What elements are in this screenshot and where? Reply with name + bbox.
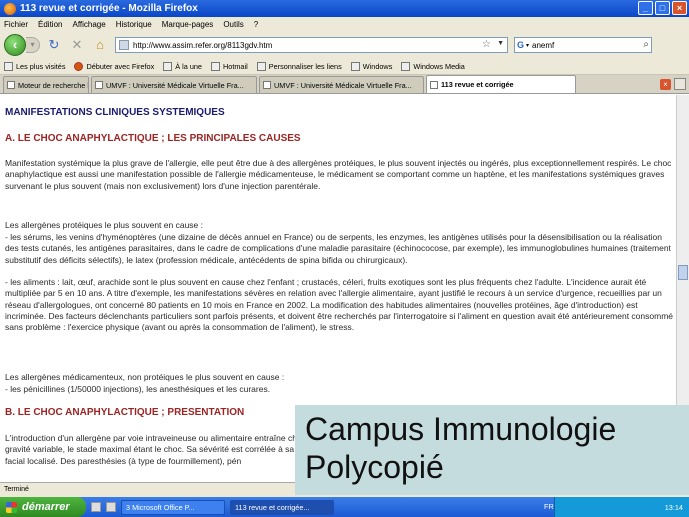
page-icon — [211, 61, 220, 71]
engine-dropdown-icon[interactable]: ▾ — [526, 42, 529, 49]
tab-label: UMVF : Université Médicale Virtuelle Fra… — [274, 80, 412, 90]
tab-list-button[interactable] — [674, 78, 686, 90]
tab-favicon-icon — [430, 80, 438, 89]
bookmark-label: Débuter avec Firefox — [86, 61, 155, 71]
rss-icon — [163, 61, 173, 71]
tab-lost[interactable]: Moteur de recherche lo.st : Infos, Phot.… — [3, 76, 89, 93]
language-indicator[interactable]: FR — [544, 502, 554, 511]
menu-historique[interactable]: Historique — [116, 20, 152, 29]
bookmark-label: Les plus visités — [16, 61, 66, 71]
tab-favicon-icon — [7, 81, 15, 89]
drug-allergens-intro: Les allergènes médicamenteux, non protéi… — [5, 372, 285, 382]
minimize-button[interactable]: _ — [638, 1, 653, 15]
tab-favicon-icon — [95, 81, 103, 89]
bookmark-windows-media[interactable]: Windows Media — [401, 61, 465, 71]
search-icon[interactable]: ⌕ — [643, 39, 649, 50]
campus-overlay-banner: Campus Immunologie Polycopié — [295, 405, 689, 495]
bookmark-label: Personnaliser les liens — [268, 61, 342, 71]
page-icon — [401, 61, 411, 71]
url-dropdown-icon[interactable]: ▼ — [497, 40, 504, 47]
tab-active[interactable]: 113 revue et corrigée — [426, 75, 576, 93]
drug-allergens-item: - les pénicillines (1/50000 injections),… — [5, 384, 271, 394]
protein-allergens-intro: Les allergènes protéiques le plus souven… — [5, 220, 203, 230]
start-label: démarrer — [22, 501, 70, 513]
tab-label: Moteur de recherche lo.st : Infos, Phot.… — [18, 80, 88, 90]
tab-bar: Moteur de recherche lo.st : Infos, Phot.… — [0, 75, 689, 94]
bookmark-getting-started[interactable]: Débuter avec Firefox — [74, 61, 155, 71]
section-b-title: B. LE CHOC ANAPHYLACTIQUE ; PRESENTATION — [5, 407, 245, 418]
bookmark-personnaliser[interactable]: Personnaliser les liens — [256, 61, 342, 71]
protein-allergens-item-2: - les aliments : lait, œuf, arachide son… — [5, 277, 673, 333]
bookmark-label: Hotmail — [223, 61, 248, 71]
quicklaunch-icon[interactable] — [106, 502, 116, 512]
menu-help[interactable]: ? — [254, 20, 258, 29]
title-bar: 113 revue et corrigée - Mozilla Firefox … — [0, 0, 689, 17]
overlay-line-1: Campus Immunologie — [305, 411, 617, 447]
reload-icon[interactable]: ↻ — [46, 37, 62, 53]
taskbar-firefox-item[interactable]: 113 revue et corrigée... — [230, 499, 334, 515]
windows-logo-icon — [6, 501, 17, 513]
bookmarks-toolbar: Les plus visités Débuter avec Firefox À … — [0, 58, 689, 75]
menu-affichage[interactable]: Affichage — [72, 20, 105, 29]
tab-umvf-1[interactable]: UMVF : Université Médicale Virtuelle Fra… — [91, 76, 257, 93]
bookmark-hotmail[interactable]: Hotmail — [211, 61, 248, 71]
back-button[interactable]: ‹ — [4, 34, 26, 56]
navigation-toolbar: ‹ ▾ ↻ ✕ ⌂ http://www.assim.refer.org/811… — [0, 32, 689, 58]
menu-outils[interactable]: Outils — [223, 20, 243, 29]
paragraph-intro: Manifestation systémique la plus grave d… — [5, 158, 672, 191]
firefox-bookmark-icon — [74, 61, 84, 71]
section-a-title: A. LE CHOC ANAPHYLACTIQUE ; LES PRINCIPA… — [5, 133, 301, 144]
home-icon[interactable]: ⌂ — [92, 37, 108, 53]
tab-close-icon[interactable]: × — [660, 79, 671, 90]
window-controls: _ □ × — [638, 1, 687, 15]
bookmark-most-visited[interactable]: Les plus visités — [4, 61, 66, 71]
forward-dropdown-button[interactable]: ▾ — [26, 37, 40, 53]
search-box[interactable]: G ▾ anemf ⌕ — [514, 37, 652, 53]
bookmark-windows[interactable]: Windows — [350, 61, 393, 71]
page-heading: MANIFESTATIONS CLINIQUES SYSTEMIQUES — [5, 107, 225, 118]
system-tray: 13:14 — [554, 497, 689, 517]
menu-bar: Fichier Édition Affichage Historique Mar… — [0, 17, 689, 32]
firefox-icon — [4, 2, 16, 15]
menu-marque-pages[interactable]: Marque-pages — [162, 20, 214, 29]
taskbar-office-item[interactable]: 3 Microsoft Office P... — [121, 499, 225, 515]
overlay-line-2: Polycopié — [305, 449, 444, 485]
page-icon — [350, 61, 360, 71]
tab-label: UMVF : Université Médicale Virtuelle Fra… — [106, 80, 244, 90]
tab-favicon-icon — [263, 81, 271, 89]
stop-icon[interactable]: ✕ — [69, 37, 85, 53]
quicklaunch-icon[interactable] — [91, 502, 101, 512]
menu-edition[interactable]: Édition — [38, 20, 62, 29]
tab-label: 113 revue et corrigée — [441, 80, 514, 89]
taskbar-item-label: 113 revue et corrigée... — [235, 502, 310, 512]
close-button[interactable]: × — [672, 1, 687, 15]
tab-umvf-2[interactable]: UMVF : Université Médicale Virtuelle Fra… — [259, 76, 424, 93]
taskbar-item-label: 3 Microsoft Office P... — [126, 502, 195, 512]
url-bar[interactable]: http://www.assim.refer.org/8113gdv.htm ☆… — [115, 37, 508, 53]
taskbar: démarrer 3 Microsoft Office P... 113 rev… — [0, 497, 689, 517]
search-text: anemf — [532, 40, 555, 50]
page-favicon-icon — [119, 40, 129, 50]
google-engine-icon[interactable]: G — [517, 40, 524, 50]
bookmark-folder-icon — [4, 61, 13, 71]
bookmark-label: Windows Media — [413, 61, 465, 71]
page-icon — [256, 61, 266, 71]
bookmark-label: À la une — [175, 61, 202, 71]
clock: 13:14 — [664, 502, 683, 512]
maximize-button[interactable]: □ — [655, 1, 670, 15]
screen: 113 revue et corrigée - Mozilla Firefox … — [0, 0, 689, 517]
bookmark-star-icon[interactable]: ☆ — [482, 39, 491, 50]
start-button[interactable]: démarrer — [0, 497, 86, 517]
bookmark-label: Windows — [362, 61, 393, 71]
window-title: 113 revue et corrigée - Mozilla Firefox — [20, 3, 198, 14]
scrollbar-thumb[interactable] — [678, 265, 688, 280]
protein-allergens-item-1: - les sérums, les venins d'hyménoptères … — [5, 232, 671, 265]
bookmark-a-la-une[interactable]: À la une — [163, 61, 202, 71]
url-text: http://www.assim.refer.org/8113gdv.htm — [133, 40, 273, 50]
menu-fichier[interactable]: Fichier — [4, 20, 28, 29]
